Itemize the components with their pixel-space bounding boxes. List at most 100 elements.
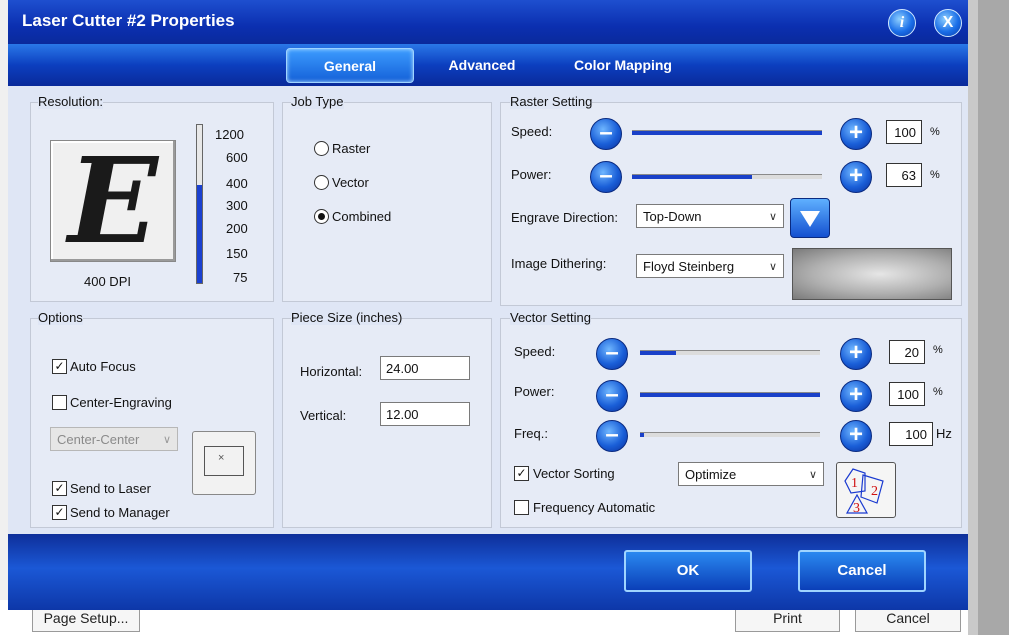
preview-letter: E <box>68 131 158 270</box>
res-tick-150: 150 <box>226 246 248 261</box>
horizontal-label: Horizontal: <box>300 364 363 379</box>
raster-speed-minus-button[interactable]: – <box>590 118 622 150</box>
resolution-preview-button[interactable]: E <box>50 140 176 262</box>
auto-focus-checkbox[interactable]: ✓ <box>52 359 67 374</box>
image-dithering-select[interactable]: Floyd Steinberg ∨ <box>636 254 784 278</box>
tab-bar: General Advanced Color Mapping <box>8 44 968 86</box>
vector-freq-slider[interactable] <box>640 432 820 437</box>
center-position-value: Center-Center <box>57 432 140 447</box>
cancel-button[interactable]: Cancel <box>798 550 926 592</box>
vector-speed-plus-button[interactable]: + <box>840 338 872 370</box>
info-icon[interactable]: i <box>888 9 916 37</box>
general-panel: Resolution: E 400 DPI 1200 600 400 300 2… <box>8 86 968 534</box>
resolution-current: 400 DPI <box>84 274 131 289</box>
engrave-direction-select[interactable]: Top-Down ∨ <box>636 204 784 228</box>
raster-speed-slider[interactable] <box>632 130 822 135</box>
center-position-button[interactable]: × <box>192 431 256 495</box>
center-engraving-label: Center-Engraving <box>70 395 172 410</box>
radio-raster[interactable] <box>314 141 329 156</box>
vector-power-plus-button[interactable]: + <box>840 380 872 412</box>
vector-power-unit: % <box>933 386 943 398</box>
dialog-title: Laser Cutter #2 Properties <box>22 11 235 30</box>
vector-speed-label: Speed: <box>514 344 556 359</box>
options-label: Options <box>38 310 83 325</box>
svg-text:2: 2 <box>871 484 878 499</box>
vector-sorting-select[interactable]: Optimize ∨ <box>678 462 824 486</box>
send-to-laser-checkbox[interactable]: ✓ <box>52 481 67 496</box>
raster-label: Raster Setting <box>510 94 593 109</box>
vector-label: Vector Setting <box>510 310 591 325</box>
vector-power-minus-button[interactable]: – <box>596 380 628 412</box>
raster-power-slider[interactable] <box>632 174 822 179</box>
res-tick-75: 75 <box>233 270 248 285</box>
vector-speed-value[interactable]: 20 <box>889 340 925 364</box>
vector-freq-value[interactable]: 100 <box>889 422 933 446</box>
vector-power-slider[interactable] <box>640 392 820 397</box>
tab-general[interactable]: General <box>286 48 414 83</box>
vector-sorting-checkbox[interactable]: ✓ <box>514 466 529 481</box>
chevron-down-icon: ∨ <box>162 434 171 446</box>
sorting-order-icon: 1 2 3 <box>844 468 884 516</box>
svg-text:3: 3 <box>853 501 860 516</box>
center-engraving-checkbox[interactable] <box>52 395 67 410</box>
frequency-automatic-label: Frequency Automatic <box>533 500 656 515</box>
frequency-automatic-checkbox[interactable] <box>514 500 529 515</box>
send-to-manager-label: Send to Manager <box>70 505 170 520</box>
raster-power-label: Power: <box>511 167 552 182</box>
radio-vector[interactable] <box>314 175 329 190</box>
vector-power-value[interactable]: 100 <box>889 382 925 406</box>
raster-speed-value[interactable]: 100 <box>886 120 922 144</box>
res-tick-300: 300 <box>226 198 248 213</box>
raster-power-minus-button[interactable]: – <box>590 161 622 193</box>
res-tick-200: 200 <box>226 221 248 236</box>
raster-speed-plus-button[interactable]: + <box>840 118 872 150</box>
engrave-direction-value: Top-Down <box>643 209 702 224</box>
radio-combined-label: Combined <box>332 209 392 224</box>
close-icon[interactable]: X <box>934 9 962 37</box>
job-type-label: Job Type <box>291 94 344 109</box>
vector-sorting-label: Vector Sorting <box>533 466 615 481</box>
send-to-laser-label: Send to Laser <box>70 481 151 496</box>
dithering-preview[interactable] <box>792 248 952 300</box>
vertical-label: Vertical: <box>300 408 347 423</box>
raster-power-plus-button[interactable]: + <box>840 161 872 193</box>
properties-dialog: Laser Cutter #2 Properties i X General A… <box>8 0 968 610</box>
vector-freq-unit: Hz <box>936 426 952 441</box>
vector-freq-plus-button[interactable]: + <box>840 420 872 452</box>
vector-power-fill <box>640 393 820 397</box>
vector-power-label: Power: <box>514 384 555 399</box>
res-tick-400: 400 <box>226 176 248 191</box>
chevron-down-icon: ∨ <box>768 261 777 273</box>
options-group <box>30 318 274 528</box>
tab-color-mapping[interactable]: Color Mapping <box>556 48 690 81</box>
send-to-manager-checkbox[interactable]: ✓ <box>52 505 67 520</box>
raster-speed-label: Speed: <box>511 124 553 139</box>
resolution-slider[interactable] <box>196 124 203 284</box>
radio-vector-label: Vector <box>332 175 369 190</box>
dialog-footer: OK Cancel <box>8 534 968 610</box>
horizontal-input[interactable]: 24.00 <box>380 356 470 380</box>
engrave-direction-arrow-button[interactable] <box>790 198 830 238</box>
piece-size-label: Piece Size (inches) <box>291 310 403 325</box>
tab-advanced[interactable]: Advanced <box>432 48 532 81</box>
vector-speed-slider[interactable] <box>640 350 820 355</box>
radio-raster-label: Raster <box>332 141 371 156</box>
auto-focus-label: Auto Focus <box>70 359 136 374</box>
image-dithering-value: Floyd Steinberg <box>643 259 735 274</box>
vector-speed-minus-button[interactable]: – <box>596 338 628 370</box>
resolution-slider-fill <box>197 185 202 283</box>
raster-speed-fill <box>632 131 822 135</box>
raster-speed-unit: % <box>930 126 940 138</box>
svg-text:1: 1 <box>851 476 858 491</box>
ok-button[interactable]: OK <box>624 550 752 592</box>
radio-combined[interactable] <box>314 209 329 224</box>
center-position-select[interactable]: Center-Center ∨ <box>50 427 178 451</box>
vector-sorting-order-button[interactable]: 1 2 3 <box>836 462 896 518</box>
chevron-down-icon: ∨ <box>808 469 817 481</box>
vector-sorting-value: Optimize <box>685 467 737 482</box>
vector-freq-fill <box>640 433 644 437</box>
vertical-input[interactable]: 12.00 <box>380 402 470 426</box>
vector-freq-label: Freq.: <box>514 426 548 441</box>
raster-power-value[interactable]: 63 <box>886 163 922 187</box>
vector-freq-minus-button[interactable]: – <box>596 420 628 452</box>
